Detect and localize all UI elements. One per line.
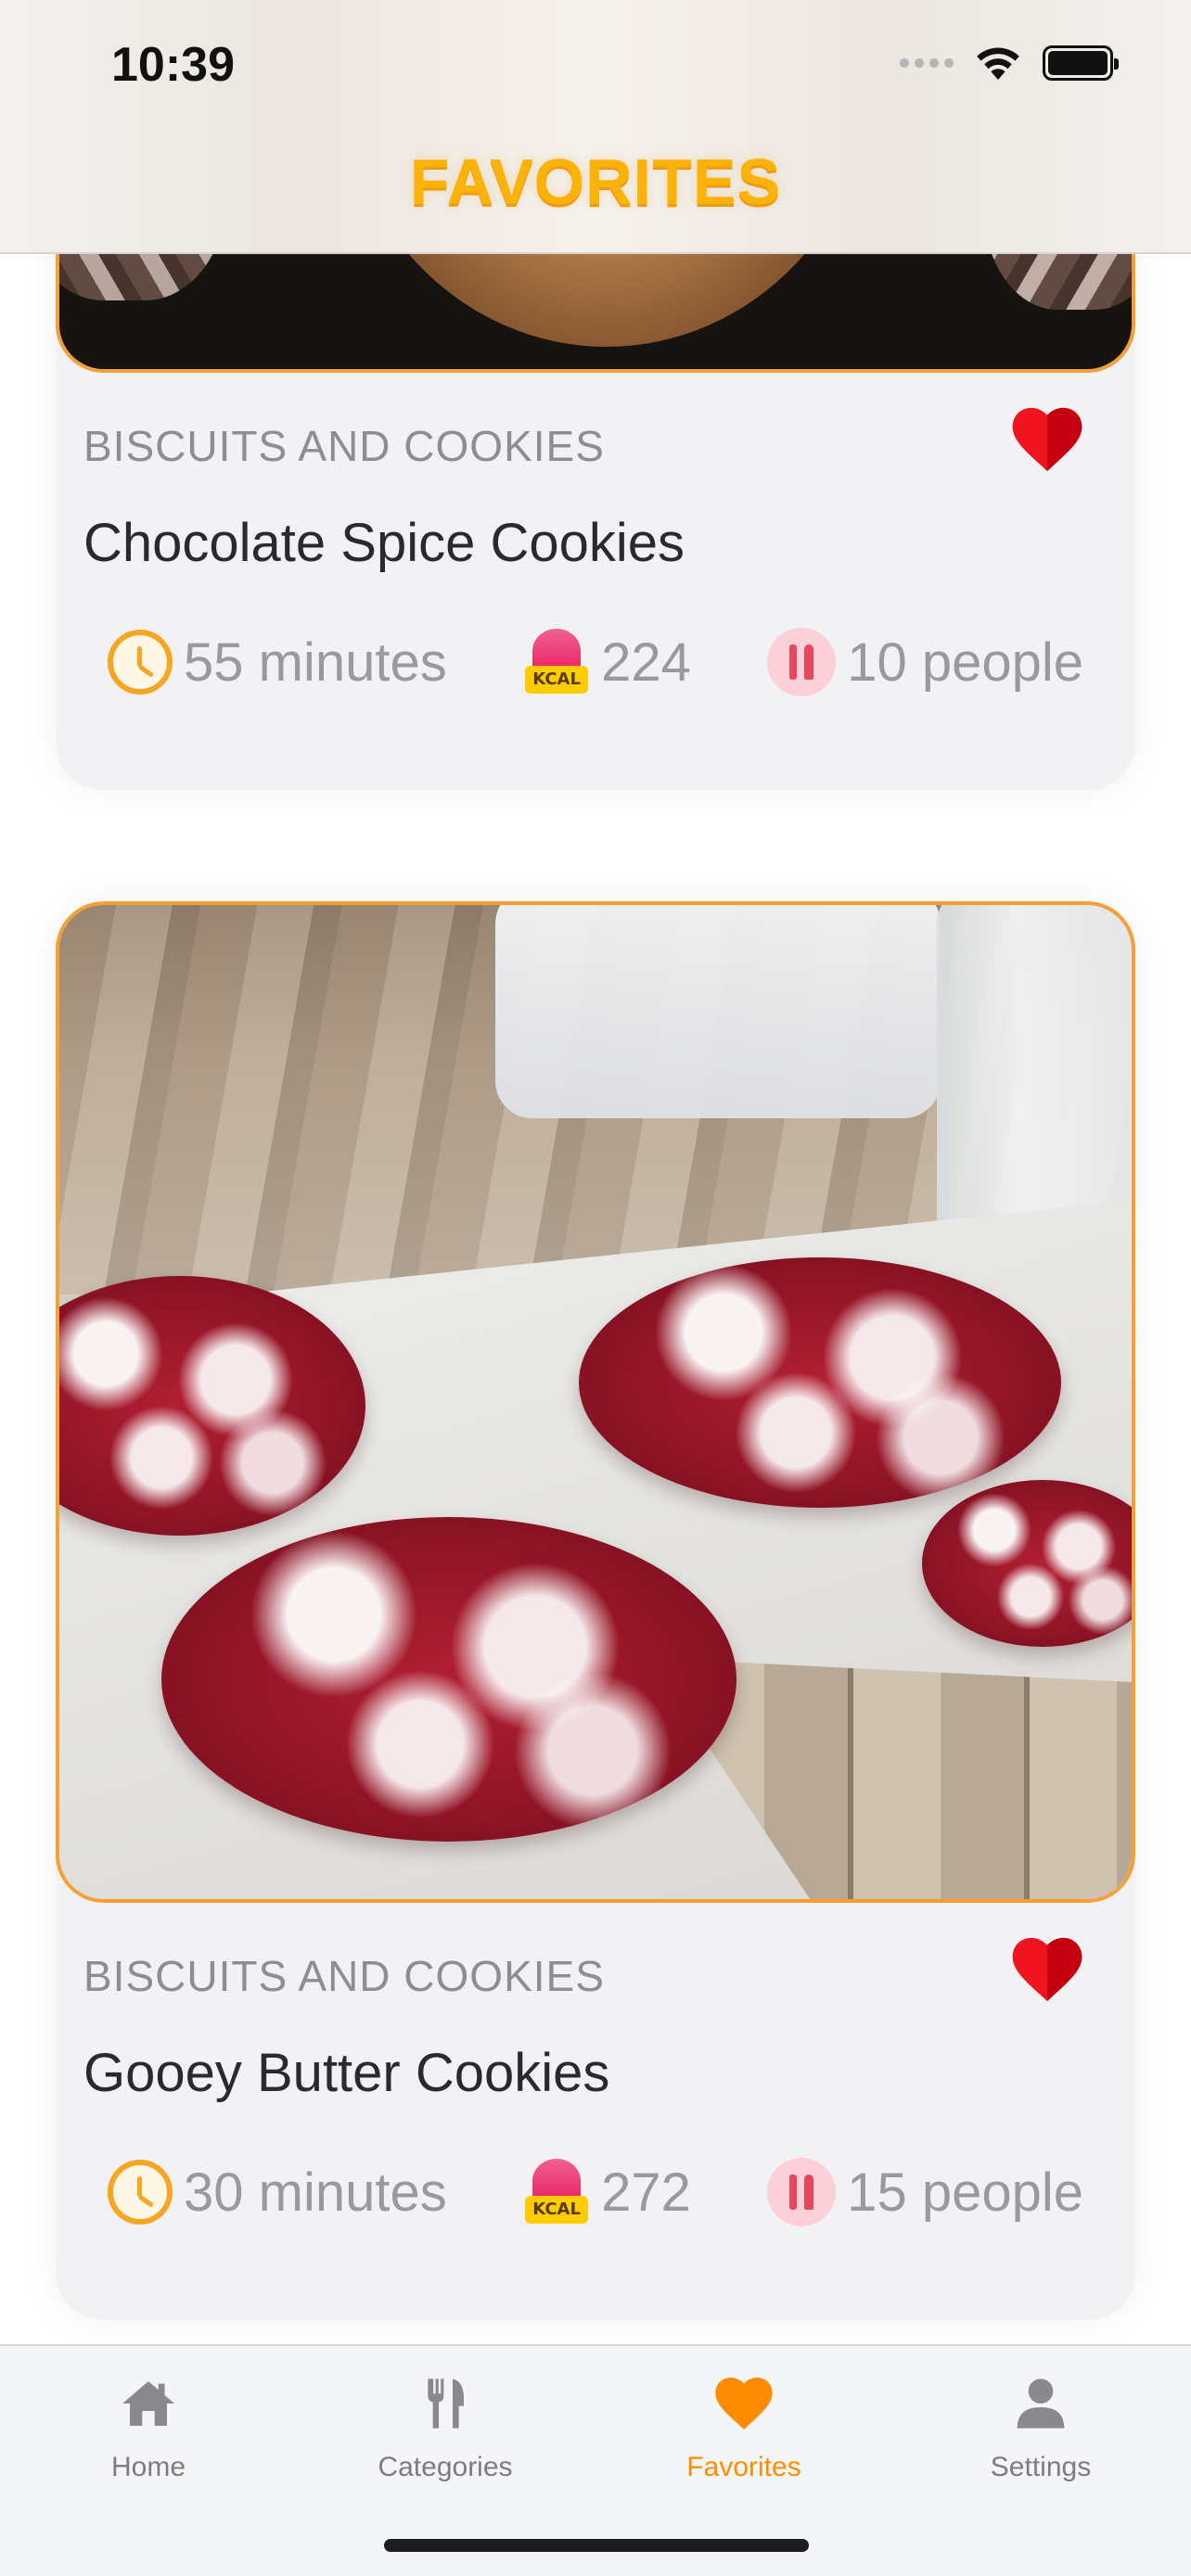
recipe-calories: 272 (601, 2162, 691, 2223)
recipe-meta: 55 minutes KCAL 224 10 people (108, 616, 1083, 708)
heart-icon (715, 2378, 773, 2429)
navigation-header: 10:39 FAVORITES (0, 0, 1191, 254)
recipe-image[interactable] (56, 901, 1135, 1903)
cellular-icon (900, 58, 954, 68)
clock-icon (108, 2160, 173, 2225)
clock-icon (108, 630, 173, 695)
page-title: FAVORITES (409, 146, 782, 218)
tab-label: Home (110, 2452, 186, 2482)
kcal-icon: KCAL (523, 2159, 590, 2225)
house-icon (122, 2381, 174, 2426)
battery-icon (1043, 45, 1119, 81)
tab-label: Settings (990, 2452, 1092, 2482)
recipe-servings: 15 people (847, 2162, 1083, 2223)
utensils-icon (428, 2378, 464, 2429)
tab-home[interactable]: Home (28, 2374, 269, 2483)
recipe-calories: 224 (601, 631, 691, 693)
recipe-card[interactable]: BISCUITS AND COOKIES Gooey Butter Cookie… (56, 901, 1135, 2320)
tab-label: Categories (378, 2452, 513, 2482)
utensils-icon (767, 628, 837, 696)
tab-settings[interactable]: Settings (920, 2374, 1161, 2483)
recipe-category: BISCUITS AND COOKIES (83, 422, 605, 470)
recipe-duration: 55 minutes (184, 631, 447, 693)
favorites-list[interactable]: BISCUITS AND COOKIES Chocolate Spice Coo… (0, 0, 1191, 2576)
wifi-icon (977, 47, 1019, 80)
status-icons (900, 45, 1119, 82)
recipe-title: Gooey Butter Cookies (83, 2043, 610, 2103)
recipe-meta: 30 minutes KCAL 272 15 people (108, 2146, 1083, 2238)
recipe-category: BISCUITS AND COOKIES (83, 1952, 605, 2000)
heart-icon[interactable] (1011, 1936, 1083, 2003)
tab-label: Favorites (686, 2452, 801, 2482)
recipe-duration: 30 minutes (184, 2162, 447, 2223)
tab-categories[interactable]: Categories (325, 2374, 566, 2483)
recipe-title: Chocolate Spice Cookies (83, 513, 685, 573)
tab-favorites[interactable]: Favorites (623, 2374, 864, 2483)
recipe-servings: 10 people (847, 631, 1083, 693)
home-indicator[interactable] (384, 2539, 809, 2552)
kcal-icon: KCAL (523, 629, 590, 695)
utensils-icon (767, 2158, 837, 2226)
status-time: 10:39 (111, 38, 235, 92)
user-icon (1017, 2378, 1065, 2429)
heart-icon[interactable] (1011, 406, 1083, 473)
